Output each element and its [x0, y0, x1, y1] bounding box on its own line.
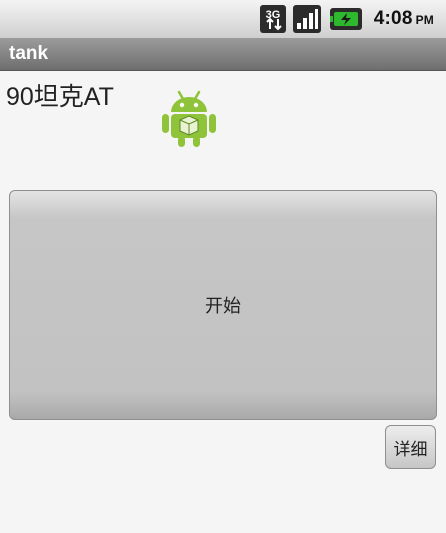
android-robot-icon — [160, 88, 218, 148]
main-content: 90坦克AT 开始 详细 — [0, 71, 446, 533]
clock: 4:08 PM — [374, 8, 434, 30]
level-label: 90坦克AT — [6, 83, 114, 111]
3g-data-icon: 3G — [260, 5, 286, 33]
status-bar: 3G 4:08 PM — [0, 0, 446, 39]
details-button-label: 详细 — [393, 439, 428, 460]
details-button[interactable]: 详细 — [385, 425, 436, 469]
start-button[interactable]: 开始 — [9, 190, 437, 420]
clock-ampm: PM — [415, 13, 434, 27]
app-title: tank — [9, 43, 49, 64]
battery-charging-icon — [330, 8, 362, 30]
clock-time: 4:08 — [373, 8, 413, 29]
start-button-label: 开始 — [205, 296, 241, 317]
signal-strength-icon — [293, 5, 321, 33]
app-title-bar: tank — [0, 39, 446, 71]
